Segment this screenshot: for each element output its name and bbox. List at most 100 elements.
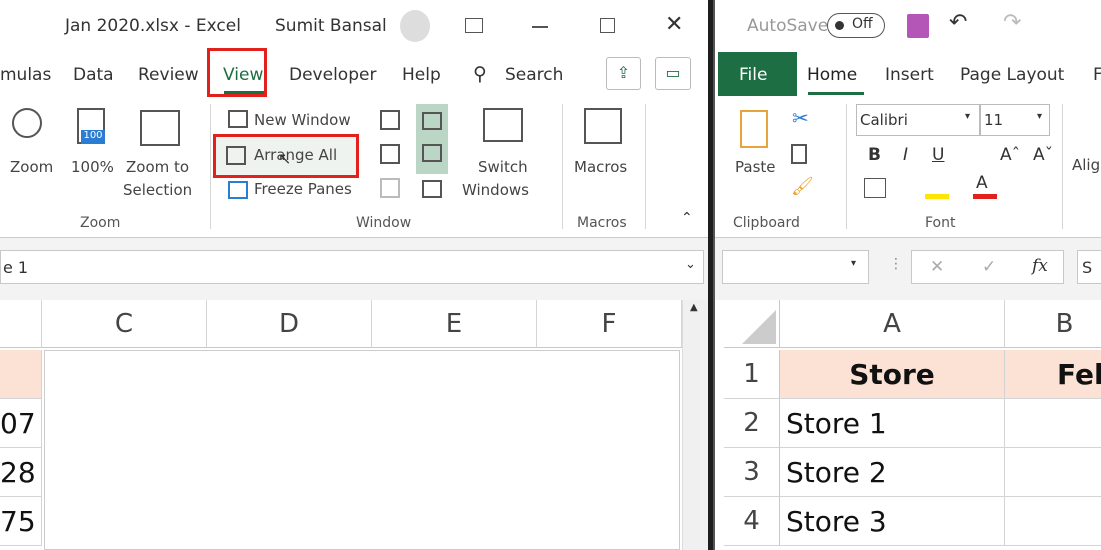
cell[interactable] xyxy=(0,350,42,399)
insert-function-icon[interactable]: fx xyxy=(1032,256,1048,276)
maximize-icon[interactable] xyxy=(600,18,615,33)
underline-button[interactable]: U xyxy=(932,145,944,165)
increase-font-icon[interactable]: Aˆ xyxy=(1000,145,1020,165)
bold-button[interactable]: B xyxy=(868,145,881,165)
row-header[interactable]: 2 xyxy=(724,399,780,448)
avatar[interactable] xyxy=(400,10,430,42)
cell[interactable]: Store xyxy=(780,350,1005,399)
tab-review[interactable]: Review xyxy=(138,65,199,85)
column-header-b[interactable]: B xyxy=(1005,300,1101,348)
name-box[interactable]: e 1 ⌄ xyxy=(0,250,704,284)
worksheet-grid[interactable]: C D E F 07 28 75 ▲ xyxy=(0,300,708,550)
unhide-icon[interactable] xyxy=(380,178,400,198)
minimize-icon[interactable] xyxy=(532,26,548,28)
formula-input[interactable]: S xyxy=(1077,250,1101,284)
zoom-button[interactable]: Zoom xyxy=(10,158,53,176)
paste-button[interactable]: Paste xyxy=(735,158,776,176)
font-color-icon[interactable]: A xyxy=(976,173,988,193)
chevron-down-icon[interactable]: ⌄ xyxy=(685,257,696,272)
tab-page-layout[interactable]: Page Layout xyxy=(960,65,1064,85)
macros-group-label: Macros xyxy=(577,215,627,231)
macros-button[interactable]: Macros xyxy=(574,158,627,176)
column-header-b[interactable] xyxy=(0,300,42,348)
zoom-100-button[interactable]: 100% xyxy=(71,158,114,176)
title-bar: Jan 2020.xlsx - Excel Sumit Bansal ✕ xyxy=(0,0,708,52)
column-header-f[interactable]: F xyxy=(537,300,682,348)
cell[interactable]: Store 3 xyxy=(780,497,1005,546)
column-header-e[interactable]: E xyxy=(372,300,537,348)
tab-help[interactable]: Help xyxy=(402,65,441,85)
zoom-to-selection-button[interactable]: Zoom to xyxy=(126,158,189,176)
column-header-d[interactable]: D xyxy=(207,300,372,348)
sync-scroll-icon xyxy=(422,144,442,162)
chart-placeholder[interactable] xyxy=(44,350,680,550)
enter-icon[interactable]: ✓ xyxy=(982,257,996,277)
zoom-to-selection-icon xyxy=(140,110,180,146)
ribbon-display-icon[interactable] xyxy=(465,18,483,33)
column-header-c[interactable]: C xyxy=(42,300,207,348)
cell[interactable] xyxy=(1005,497,1101,546)
share-button[interactable]: ⇪ xyxy=(606,57,641,90)
comments-button[interactable]: ▭ xyxy=(655,57,691,90)
split-icon[interactable] xyxy=(380,110,400,130)
cell[interactable] xyxy=(1005,448,1101,497)
worksheet-grid[interactable]: A B 1 Store Fel 2 Store 1 3 Store 2 4 St… xyxy=(715,300,1101,550)
formula-buttons: ✕ ✓ fx xyxy=(911,250,1064,284)
hide-icon[interactable] xyxy=(380,144,400,164)
tab-formulas[interactable]: F xyxy=(1093,65,1101,85)
italic-button[interactable]: I xyxy=(903,145,908,165)
arrange-all-button[interactable]: Arrange All ↖ xyxy=(213,134,359,178)
tab-file-label: File xyxy=(739,65,768,85)
name-box[interactable]: ▾ xyxy=(722,250,869,284)
column-header-a[interactable]: A xyxy=(780,300,1005,348)
decrease-font-icon[interactable]: Aˇ xyxy=(1033,145,1053,165)
select-all-corner[interactable] xyxy=(724,300,780,348)
tab-file[interactable]: File xyxy=(718,52,797,96)
row-header[interactable]: 1 xyxy=(724,350,780,399)
cell[interactable]: 75 xyxy=(0,497,42,546)
fill-color-icon[interactable] xyxy=(925,194,949,199)
drag-handle-icon[interactable]: ⋮ xyxy=(889,256,903,272)
cell[interactable]: 28 xyxy=(0,448,42,497)
tab-formulas[interactable]: mulas xyxy=(0,65,51,85)
alignment-group[interactable]: Alig xyxy=(1072,156,1100,174)
cell[interactable]: 07 xyxy=(0,399,42,448)
autosave-toggle-state: Off xyxy=(852,16,873,32)
clipboard-group-label: Clipboard xyxy=(733,215,800,231)
zoom-icon[interactable] xyxy=(12,108,42,138)
cell[interactable] xyxy=(1005,399,1101,448)
font-name-select[interactable]: Calibri ▾ xyxy=(856,104,980,136)
cell[interactable]: Store 1 xyxy=(780,399,1005,448)
tab-insert[interactable]: Insert xyxy=(885,65,934,85)
autosave-toggle[interactable]: Off xyxy=(827,13,885,38)
row-header[interactable]: 3 xyxy=(724,448,780,497)
ribbon-tabs: mulas Data Review View Developer Help ⚲ … xyxy=(0,48,708,98)
tab-developer[interactable]: Developer xyxy=(289,65,376,85)
font-size-select[interactable]: 11 ▾ xyxy=(980,104,1050,136)
cell[interactable]: Fel xyxy=(1005,350,1101,399)
reset-position-icon[interactable] xyxy=(422,180,442,198)
user-name[interactable]: Sumit Bansal xyxy=(275,16,387,36)
save-icon[interactable] xyxy=(907,14,929,38)
vertical-scrollbar[interactable]: ▲ xyxy=(682,300,708,550)
close-icon[interactable]: ✕ xyxy=(665,12,683,37)
row-header[interactable]: 4 xyxy=(724,497,780,546)
collapse-ribbon-icon[interactable]: ⌃ xyxy=(681,210,693,226)
switch-windows-button[interactable]: Switch xyxy=(478,158,528,176)
search-box[interactable]: Search xyxy=(505,65,563,85)
new-window-button[interactable]: New Window xyxy=(254,111,351,129)
window-title: Jan 2020.xlsx - Excel xyxy=(65,16,241,36)
cell[interactable]: Store 2 xyxy=(780,448,1005,497)
font-color-bar xyxy=(973,194,997,199)
tab-data[interactable]: Data xyxy=(73,65,114,85)
cut-icon[interactable]: ✂ xyxy=(792,106,809,130)
tab-home[interactable]: Home xyxy=(807,65,857,85)
copy-icon[interactable] xyxy=(791,144,807,164)
freeze-panes-button[interactable]: Freeze Panes xyxy=(254,180,352,198)
cancel-icon[interactable]: ✕ xyxy=(930,257,944,277)
redo-icon[interactable]: ↷ xyxy=(1003,10,1021,35)
borders-icon[interactable] xyxy=(864,178,886,198)
search-icon[interactable]: ⚲ xyxy=(473,63,487,85)
format-painter-icon[interactable]: 🖌 xyxy=(791,176,814,197)
undo-icon[interactable]: ↶ xyxy=(949,10,967,35)
